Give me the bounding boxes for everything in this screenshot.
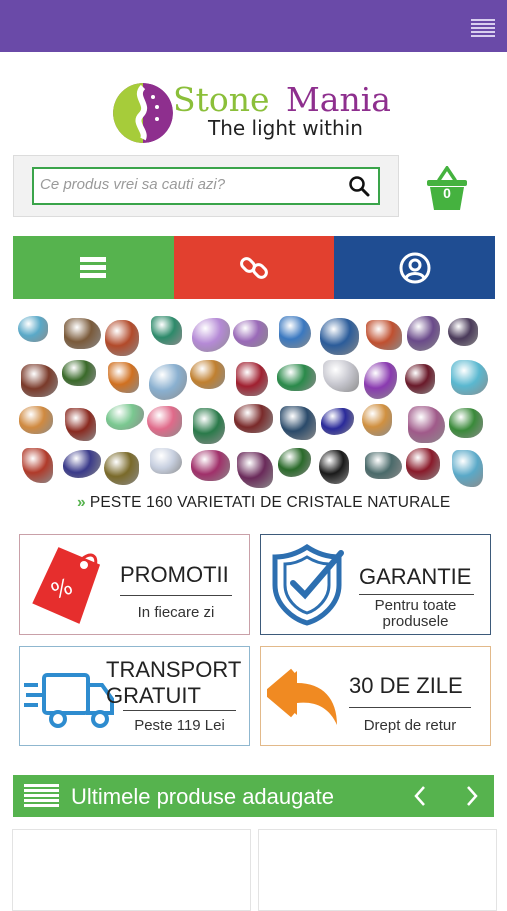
hamburger-menu-icon[interactable] bbox=[471, 19, 495, 37]
crystal-thumbnail bbox=[193, 408, 225, 444]
crystal-thumbnail bbox=[364, 362, 397, 399]
quick-nav bbox=[13, 236, 496, 299]
feature-subtitle: Pentru toate produsele bbox=[374, 597, 457, 630]
logo-word-mania: Mania bbox=[286, 80, 391, 119]
feature-title: PROMOTII bbox=[120, 562, 229, 587]
chevron-left-icon[interactable] bbox=[408, 783, 434, 809]
crystal-thumbnail bbox=[22, 448, 53, 483]
return-arrow-icon bbox=[267, 668, 337, 725]
crystal-thumbnail bbox=[366, 320, 402, 350]
crystal-thumbnail bbox=[320, 318, 359, 355]
crystal-thumbnail bbox=[323, 360, 359, 392]
crystal-thumbnail bbox=[191, 450, 230, 481]
feature-garantie[interactable]: GARANTIE Pentru toate produsele bbox=[260, 534, 491, 635]
crystal-thumbnail bbox=[151, 316, 182, 345]
crystal-thumbnail bbox=[236, 362, 268, 396]
list-icon bbox=[80, 256, 107, 278]
search-icon[interactable] bbox=[348, 175, 370, 197]
search-box bbox=[32, 167, 380, 205]
delivery-truck-icon bbox=[24, 673, 114, 728]
divider bbox=[359, 594, 474, 595]
crystals-caption[interactable]: » PESTE 160 VARIETATI DE CRISTALE NATURAL… bbox=[77, 494, 450, 512]
top-bar bbox=[0, 0, 507, 52]
crystal-thumbnail bbox=[18, 316, 48, 342]
feature-subtitle: Drept de retur bbox=[363, 717, 457, 734]
crystal-thumbnail bbox=[405, 364, 435, 394]
account-icon bbox=[399, 252, 431, 283]
cart-count: 0 bbox=[443, 185, 451, 201]
crystal-thumbnail bbox=[408, 406, 445, 443]
divider bbox=[120, 595, 232, 596]
product-card[interactable] bbox=[12, 829, 251, 911]
discount-tag-icon: % bbox=[32, 547, 101, 624]
feature-title: 30 DE ZILE bbox=[349, 673, 463, 698]
crystals-collage-image[interactable] bbox=[16, 312, 492, 488]
chevron-right-icon[interactable] bbox=[458, 783, 484, 809]
crystal-thumbnail bbox=[233, 320, 268, 347]
feature-promotii[interactable]: % PROMOTII In fiecare zi bbox=[19, 534, 250, 635]
latest-products-title: Ultimele produse adaugate bbox=[71, 784, 334, 809]
crystal-thumbnail bbox=[448, 318, 478, 346]
link-icon bbox=[240, 256, 268, 279]
crystal-thumbnail bbox=[105, 320, 139, 356]
product-card[interactable] bbox=[258, 829, 497, 911]
crystal-thumbnail bbox=[407, 316, 440, 351]
crystal-thumbnail bbox=[279, 316, 311, 348]
crystal-thumbnail bbox=[190, 360, 225, 389]
feature-title: TRANSPORT GRATUIT bbox=[106, 657, 241, 708]
crystals-caption-text: PESTE 160 VARIETATI DE CRISTALE NATURALE bbox=[89, 494, 451, 511]
crystal-thumbnail bbox=[452, 450, 483, 487]
stonemania-logo[interactable]: Stone Mania The light within bbox=[113, 78, 405, 148]
feature-subtitle: In fiecare zi bbox=[137, 604, 215, 621]
crystal-thumbnail bbox=[406, 448, 440, 480]
crystal-thumbnail bbox=[147, 406, 182, 437]
crystal-thumbnail bbox=[64, 318, 101, 349]
crystal-thumbnail bbox=[277, 364, 316, 391]
logo-tagline: The light within bbox=[208, 116, 363, 140]
categories-button[interactable] bbox=[13, 236, 174, 299]
cart-button[interactable]: 0 bbox=[425, 164, 469, 212]
logo-word-stone: Stone bbox=[173, 80, 270, 119]
crystal-thumbnail bbox=[451, 360, 488, 395]
crystal-thumbnail bbox=[278, 448, 311, 477]
crystal-thumbnail bbox=[234, 404, 273, 433]
crystal-thumbnail bbox=[365, 452, 402, 479]
crystal-thumbnail bbox=[319, 450, 349, 484]
feature-retur[interactable]: 30 DE ZILE Drept de retur bbox=[260, 646, 491, 746]
divider bbox=[349, 707, 471, 708]
logo-mark-icon bbox=[113, 83, 173, 143]
crystal-thumbnail bbox=[21, 364, 58, 397]
divider bbox=[123, 710, 236, 711]
list-icon bbox=[24, 784, 59, 808]
crystal-thumbnail bbox=[65, 408, 96, 441]
search-area bbox=[13, 155, 399, 217]
shield-check-icon bbox=[272, 543, 344, 626]
search-input[interactable] bbox=[40, 176, 340, 193]
double-chevron-icon: » bbox=[77, 494, 86, 511]
crystal-thumbnail bbox=[280, 406, 316, 440]
feature-title: GARANTIE bbox=[359, 564, 472, 589]
feature-transport[interactable]: TRANSPORT GRATUIT Peste 119 Lei bbox=[19, 646, 250, 746]
crystal-thumbnail bbox=[449, 408, 483, 438]
crystal-thumbnail bbox=[150, 448, 182, 474]
links-button[interactable] bbox=[173, 236, 335, 299]
crystal-thumbnail bbox=[362, 404, 392, 436]
crystal-thumbnail bbox=[237, 452, 273, 488]
feature-subtitle: Peste 119 Lei bbox=[134, 717, 225, 734]
latest-products-header: Ultimele produse adaugate bbox=[13, 775, 494, 817]
crystal-thumbnail bbox=[104, 452, 139, 485]
crystal-thumbnail bbox=[19, 406, 53, 434]
crystal-thumbnail bbox=[192, 318, 230, 352]
crystal-thumbnail bbox=[106, 404, 144, 430]
account-button[interactable] bbox=[334, 236, 496, 299]
crystal-thumbnail bbox=[321, 408, 354, 435]
crystal-thumbnail bbox=[149, 364, 187, 400]
crystal-thumbnail bbox=[108, 362, 139, 393]
crystal-thumbnail bbox=[63, 450, 101, 478]
crystal-thumbnail bbox=[62, 360, 96, 386]
